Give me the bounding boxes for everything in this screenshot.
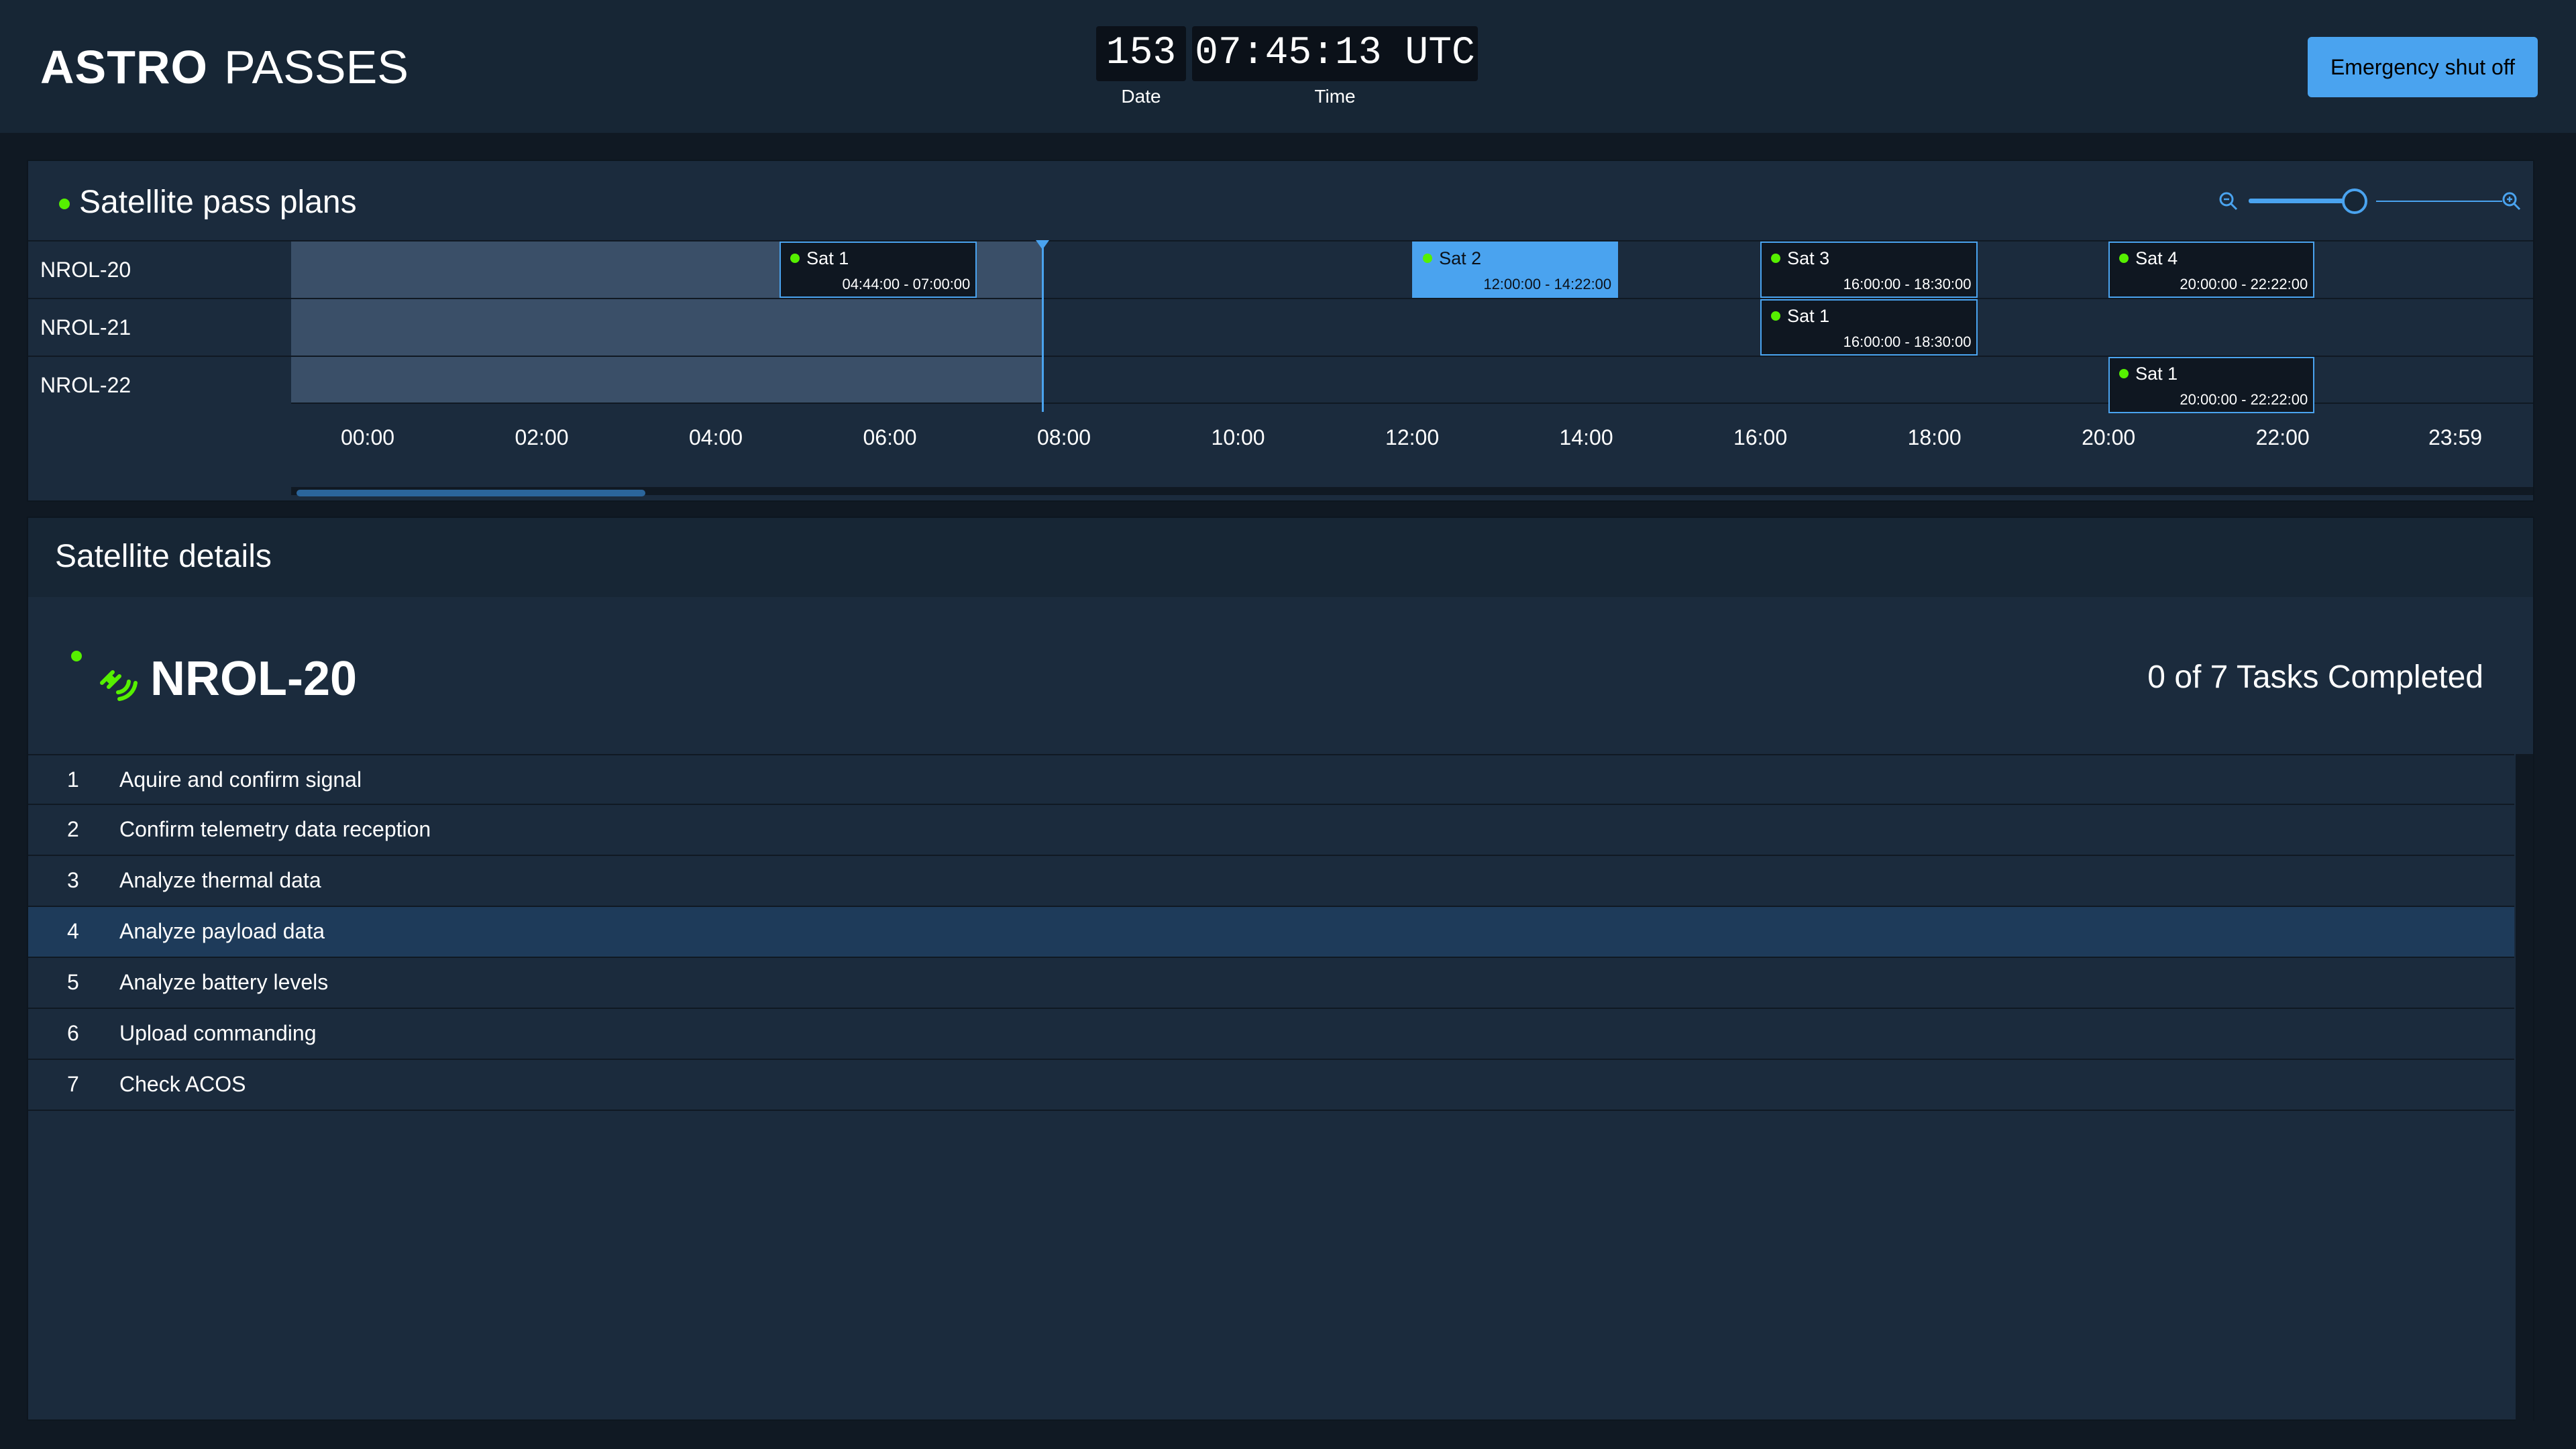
satellite-name: NROL-20: [150, 652, 358, 706]
task-name: Analyze payload data: [119, 919, 325, 943]
pass-time-range: 20:00:00 - 22:22:00: [2180, 391, 2308, 408]
timeline-tick-label: 04:00: [688, 425, 743, 449]
task-row[interactable]: 7 Check ACOS: [28, 1060, 2514, 1111]
current-time-line: [1042, 244, 1044, 412]
task-row[interactable]: 2 Confirm telemetry data reception: [28, 805, 2514, 856]
pass-time-range: 16:00:00 - 18:30:00: [1843, 333, 1972, 350]
pass-name: Sat 1: [2135, 364, 2178, 384]
utc-time-display: 07:45:13 UTC: [1192, 26, 1478, 81]
timeline-tick-label: 00:00: [340, 425, 395, 449]
status-dot-icon: [1423, 254, 1433, 263]
zoom-slider-fill: [2249, 199, 2355, 203]
task-name: Upload commanding: [119, 1021, 317, 1045]
task-row[interactable]: 5 Analyze battery levels: [28, 958, 2514, 1009]
task-row[interactable]: 1 Aquire and confirm signal: [28, 754, 2514, 805]
satellite-details-panel: Satellite details NROL-20 0 of 7 Tasks C…: [27, 517, 2534, 1421]
task-number: 3: [67, 868, 79, 892]
satellite-pass-plans-panel: Satellite pass plans NROL-20 NROL-21 NRO…: [27, 160, 2534, 502]
timeline-row-label: NROL-20: [40, 258, 131, 282]
timeline-tick-label: 02:00: [515, 425, 569, 449]
app-title-light: PASSES: [224, 41, 409, 93]
status-dot-icon: [2119, 369, 2129, 378]
pass-name: Sat 4: [2135, 248, 2178, 268]
time-label: Time: [1314, 86, 1356, 107]
pass-name: Sat 2: [1439, 248, 1482, 268]
pass-time-range: 12:00:00 - 14:22:00: [1483, 276, 1612, 292]
satellite-icon: [100, 670, 138, 701]
timeline-tick-label: 08:00: [1037, 425, 1091, 449]
day-of-year-display: 153: [1096, 26, 1186, 81]
details-panel-title: Satellite details: [55, 539, 272, 574]
timeline-tick-label: 10:00: [1211, 425, 1265, 449]
pass-block[interactable]: Sat 1 16:00:00 - 18:30:00: [1760, 299, 1978, 356]
task-number: 4: [67, 919, 79, 943]
timeline-row-nrol-21[interactable]: NROL-21: [28, 298, 2533, 356]
zoom-out-icon[interactable]: [2215, 188, 2242, 215]
app-title-bold: ASTRO: [40, 41, 208, 93]
timeline-axis: 00:00 02:00 04:00 06:00 08:00 10:00 12:00 14:00…: [291, 402, 2533, 478]
zoom-slider-handle[interactable]: [2341, 189, 2367, 214]
pass-time-range: 20:00:00 - 22:22:00: [2180, 276, 2308, 292]
timeline-tick-label: 23:59: [2428, 425, 2483, 449]
app-header: ASTRO PASSES 153 07:45:13 UTC Date Time E…: [0, 0, 2576, 133]
timeline-tick-label: 18:00: [1907, 425, 1962, 449]
current-time-marker-icon: [1036, 240, 1050, 250]
pass-block[interactable]: Sat 2 12:00:00 - 14:22:00: [1412, 241, 1619, 298]
task-row[interactable]: 3 Analyze thermal data: [28, 856, 2514, 907]
tasks-scrollbar[interactable]: [2516, 754, 2533, 1421]
tasks-completed-summary: 0 of 7 Tasks Completed: [2147, 659, 2483, 695]
pass-name: Sat 1: [806, 248, 849, 268]
pass-block[interactable]: Sat 1 20:00:00 - 22:22:00: [2108, 357, 2315, 413]
pass-block[interactable]: Sat 3 16:00:00 - 18:30:00: [1760, 241, 1978, 298]
task-number: 6: [67, 1021, 79, 1045]
details-panel-header: Satellite details: [28, 518, 2533, 597]
task-number: 5: [67, 970, 79, 994]
pass-block[interactable]: Sat 1 04:44:00 - 07:00:00: [780, 241, 977, 298]
task-name: Check ACOS: [119, 1072, 246, 1096]
timeline-scrollbar-thumb[interactable]: [297, 490, 645, 496]
pass-name: Sat 3: [1787, 248, 1830, 268]
timeline-tick-label: 14:00: [1559, 425, 1613, 449]
app-title: ASTRO PASSES: [40, 39, 409, 95]
tasks-list: 1 Aquire and confirm signal 2 Confirm te…: [28, 754, 2514, 1111]
timeline-tick-label: 22:00: [2255, 425, 2310, 449]
task-name: Analyze battery levels: [119, 970, 329, 994]
task-row-selected[interactable]: 4 Analyze payload data: [28, 907, 2514, 958]
timeline-tick-label: 20:00: [2082, 425, 2136, 449]
zoom-in-icon[interactable]: [2498, 188, 2525, 215]
status-dot-icon: [2119, 254, 2129, 263]
task-row[interactable]: 6 Upload commanding: [28, 1009, 2514, 1060]
pass-block[interactable]: Sat 4 20:00:00 - 22:22:00: [2108, 241, 2315, 298]
task-name: Confirm telemetry data reception: [119, 817, 431, 841]
timeline-elapsed: [291, 299, 1043, 356]
pass-time-range: 16:00:00 - 18:30:00: [1843, 276, 1972, 292]
passes-panel-title: Satellite pass plans: [79, 184, 357, 220]
task-number: 7: [67, 1072, 79, 1096]
task-name: Analyze thermal data: [119, 868, 321, 892]
status-dot-icon: [1771, 254, 1781, 263]
zoom-slider-track[interactable]: [2376, 201, 2502, 202]
timeline-tick-label: 12:00: [1385, 425, 1440, 449]
status-dot-icon: [71, 651, 82, 661]
pass-time-range: 04:44:00 - 07:00:00: [842, 276, 971, 292]
status-dot-icon: [1771, 311, 1781, 321]
pass-name: Sat 1: [1787, 306, 1830, 326]
status-dot-icon: [59, 199, 70, 209]
status-dot-icon: [790, 254, 800, 263]
timeline-tick-label: 06:00: [863, 425, 917, 449]
task-number: 2: [67, 817, 79, 841]
timeline-tick-label: 16:00: [1733, 425, 1788, 449]
timeline-row-label: NROL-22: [40, 373, 131, 397]
date-label: Date: [1121, 86, 1161, 107]
emergency-shutoff-button[interactable]: Emergency shut off: [2308, 37, 2538, 97]
timeline-row-label: NROL-21: [40, 315, 131, 339]
task-number: 1: [67, 767, 79, 792]
task-name: Aquire and confirm signal: [119, 767, 362, 792]
